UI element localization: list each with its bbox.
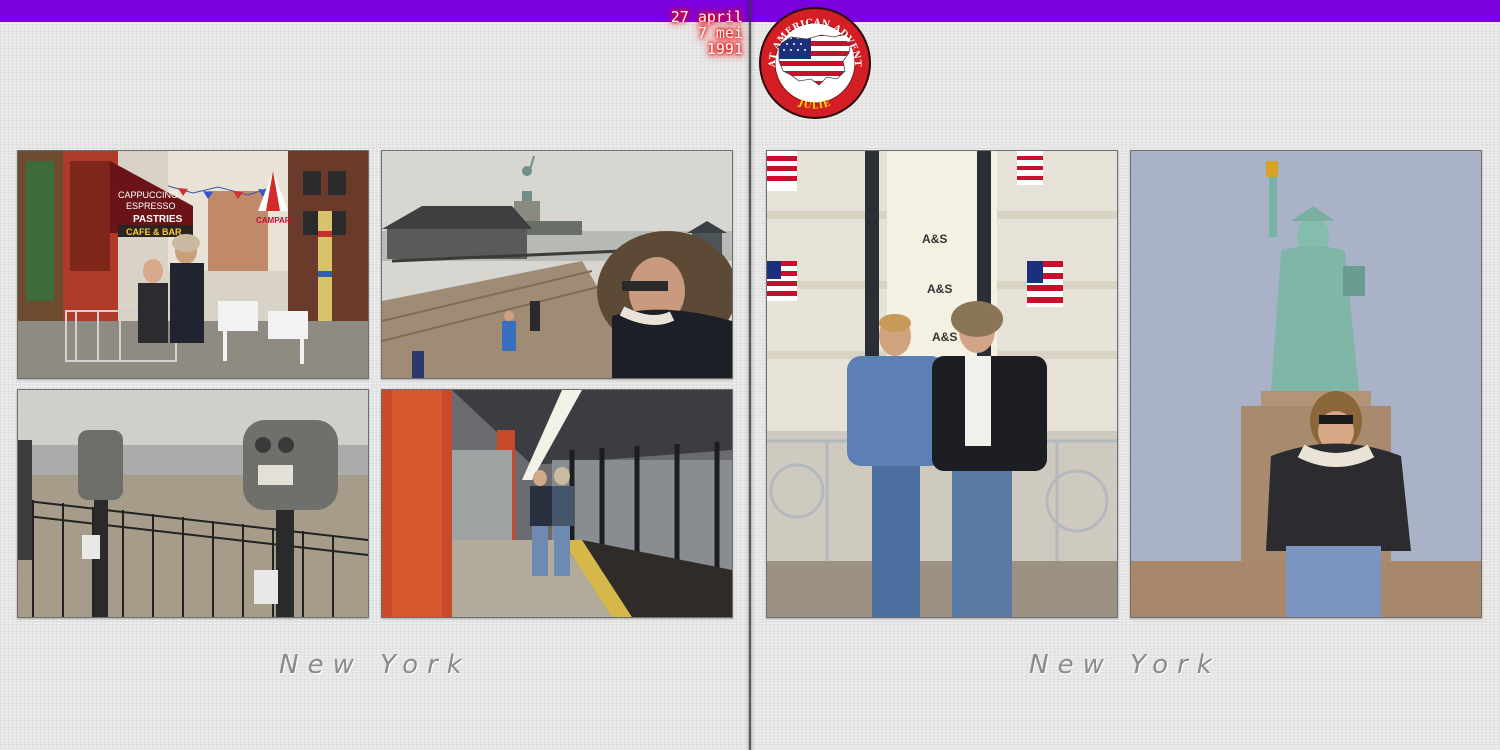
date-stamp: 27 april 7 mei 1991: [671, 9, 743, 57]
sign-cappuccino: CAPPUCCINO: [118, 190, 178, 200]
photo-little-italy-street: CAPPUCCINO ESPRESSO PASTRIES CAFE & BAR …: [17, 150, 369, 379]
photo-battery-park-pier: [381, 150, 733, 379]
sign-cafe-bar: CAFE & BAR: [126, 227, 182, 237]
photo-statue-of-liberty: [1130, 150, 1482, 618]
photo-shopping-mall: A&S A&S A&S: [766, 150, 1118, 618]
mall-sign-upper: A&S: [922, 232, 947, 246]
great-american-adventure-badge: GREAT AMERICAN ADVENTURE JULIE: [753, 0, 873, 121]
sign-espresso: ESPRESSO: [126, 201, 176, 211]
sign-campari: CAMPARI: [256, 216, 293, 225]
mall-sign-lower: A&S: [932, 330, 957, 344]
book-spine: [745, 0, 755, 750]
date-line-start: 27 april: [670, 8, 743, 26]
sign-pastries: PASTRIES: [133, 214, 183, 225]
caption-left-page: New York: [279, 650, 471, 680]
photo-harbour-binoculars: [17, 389, 369, 618]
date-line-end: 7 mei: [697, 24, 743, 42]
photo-subway-platform: [381, 389, 733, 618]
date-line-year: 1991: [706, 40, 743, 58]
mall-sign-middle: A&S: [927, 282, 952, 296]
caption-right-page: New York: [1029, 650, 1221, 680]
